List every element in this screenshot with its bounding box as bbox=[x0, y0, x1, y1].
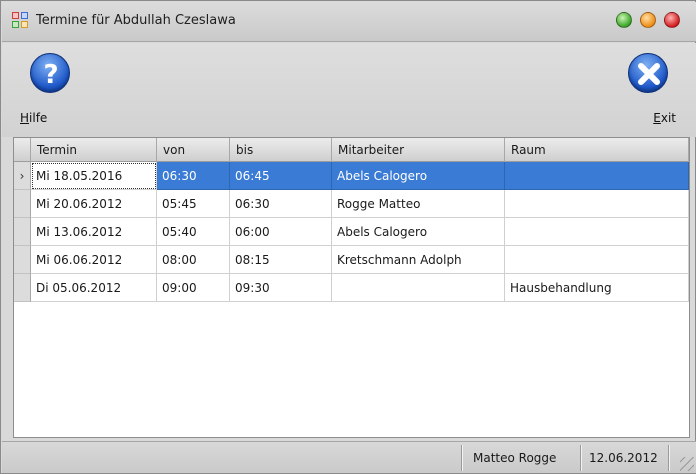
cell-raum[interactable] bbox=[505, 190, 689, 218]
window-title: Termine für Abdullah Czeslawa bbox=[36, 13, 236, 28]
cell-bis[interactable]: 06:30 bbox=[230, 190, 332, 218]
cell-raum[interactable] bbox=[505, 162, 689, 190]
cell-mitarbeiter[interactable]: Abels Calogero bbox=[332, 218, 505, 246]
table-row[interactable]: › Mi 18.05.2016 06:30 06:45 Abels Caloge… bbox=[14, 162, 689, 190]
cell-bis[interactable]: 06:45 bbox=[230, 162, 332, 190]
cell-von[interactable]: 08:00 bbox=[157, 246, 230, 274]
cell-von[interactable]: 09:00 bbox=[157, 274, 230, 302]
row-indicator bbox=[14, 274, 31, 302]
question-mark-icon: ? bbox=[30, 53, 70, 93]
column-header-raum[interactable]: Raum bbox=[505, 138, 689, 162]
row-indicator bbox=[14, 246, 31, 274]
row-indicator bbox=[14, 190, 31, 218]
status-date: 12.06.2012 bbox=[589, 451, 658, 465]
column-header-mitarbeiter[interactable]: Mitarbeiter bbox=[332, 138, 505, 162]
close-window-button[interactable] bbox=[664, 12, 680, 28]
toolbar: ? Hilfe Exit bbox=[2, 43, 696, 137]
resize-grip-icon[interactable] bbox=[680, 457, 694, 471]
cell-mitarbeiter[interactable]: Abels Calogero bbox=[332, 162, 505, 190]
cell-von[interactable]: 05:40 bbox=[157, 218, 230, 246]
maximize-button[interactable] bbox=[640, 12, 656, 28]
cell-raum[interactable] bbox=[505, 246, 689, 274]
cell-bis[interactable]: 09:30 bbox=[230, 274, 332, 302]
table-row[interactable]: Di 05.06.2012 09:00 09:30 Hausbehandlung bbox=[14, 274, 689, 302]
cell-termin[interactable]: Mi 18.05.2016 bbox=[31, 162, 157, 190]
cell-raum[interactable] bbox=[505, 218, 689, 246]
title-bar[interactable]: Termine für Abdullah Czeslawa bbox=[2, 2, 696, 42]
cell-von[interactable]: 06:30 bbox=[157, 162, 230, 190]
cell-termin[interactable]: Mi 20.06.2012 bbox=[31, 190, 157, 218]
row-indicator bbox=[14, 218, 31, 246]
status-user: Matteo Rogge bbox=[473, 451, 557, 465]
svg-text:?: ? bbox=[43, 60, 58, 90]
cell-termin[interactable]: Mi 13.06.2012 bbox=[31, 218, 157, 246]
cell-raum[interactable]: Hausbehandlung bbox=[505, 274, 689, 302]
status-bar: Matteo Rogge 12.06.2012 bbox=[2, 441, 696, 473]
appointments-grid[interactable]: Termin von bis Mitarbeiter Raum › Mi 18.… bbox=[13, 137, 690, 438]
table-row[interactable]: Mi 13.06.2012 05:40 06:00 Abels Calogero bbox=[14, 218, 689, 246]
row-indicator: › bbox=[14, 162, 31, 190]
cell-mitarbeiter[interactable]: Kretschmann Adolph bbox=[332, 246, 505, 274]
cell-bis[interactable]: 08:15 bbox=[230, 246, 332, 274]
grid-header: Termin von bis Mitarbeiter Raum bbox=[14, 138, 689, 162]
cell-bis[interactable]: 06:00 bbox=[230, 218, 332, 246]
cell-von[interactable]: 05:45 bbox=[157, 190, 230, 218]
column-header-von[interactable]: von bbox=[157, 138, 230, 162]
column-header-bis[interactable]: bis bbox=[230, 138, 332, 162]
status-divider bbox=[461, 445, 462, 471]
close-x-icon bbox=[628, 53, 668, 93]
minimize-button[interactable] bbox=[616, 12, 632, 28]
status-divider bbox=[668, 445, 669, 471]
table-row[interactable]: Mi 20.06.2012 05:45 06:30 Rogge Matteo bbox=[14, 190, 689, 218]
app-grid-icon bbox=[12, 12, 29, 29]
cell-termin[interactable]: Di 05.06.2012 bbox=[31, 274, 157, 302]
help-label: Hilfe bbox=[20, 111, 48, 125]
cell-termin[interactable]: Mi 06.06.2012 bbox=[31, 246, 157, 274]
cell-mitarbeiter[interactable] bbox=[332, 274, 505, 302]
header-indicator-cell bbox=[14, 138, 31, 162]
table-row[interactable]: Mi 06.06.2012 08:00 08:15 Kretschmann Ad… bbox=[14, 246, 689, 274]
exit-button[interactable]: Exit bbox=[618, 51, 678, 131]
column-header-termin[interactable]: Termin bbox=[31, 138, 157, 162]
appointments-window: Termine für Abdullah Czeslawa ? Hilfe Ex… bbox=[0, 0, 696, 474]
exit-label: Exit bbox=[653, 111, 676, 125]
cell-mitarbeiter[interactable]: Rogge Matteo bbox=[332, 190, 505, 218]
status-divider bbox=[580, 445, 581, 471]
help-button[interactable]: ? Hilfe bbox=[20, 51, 80, 131]
